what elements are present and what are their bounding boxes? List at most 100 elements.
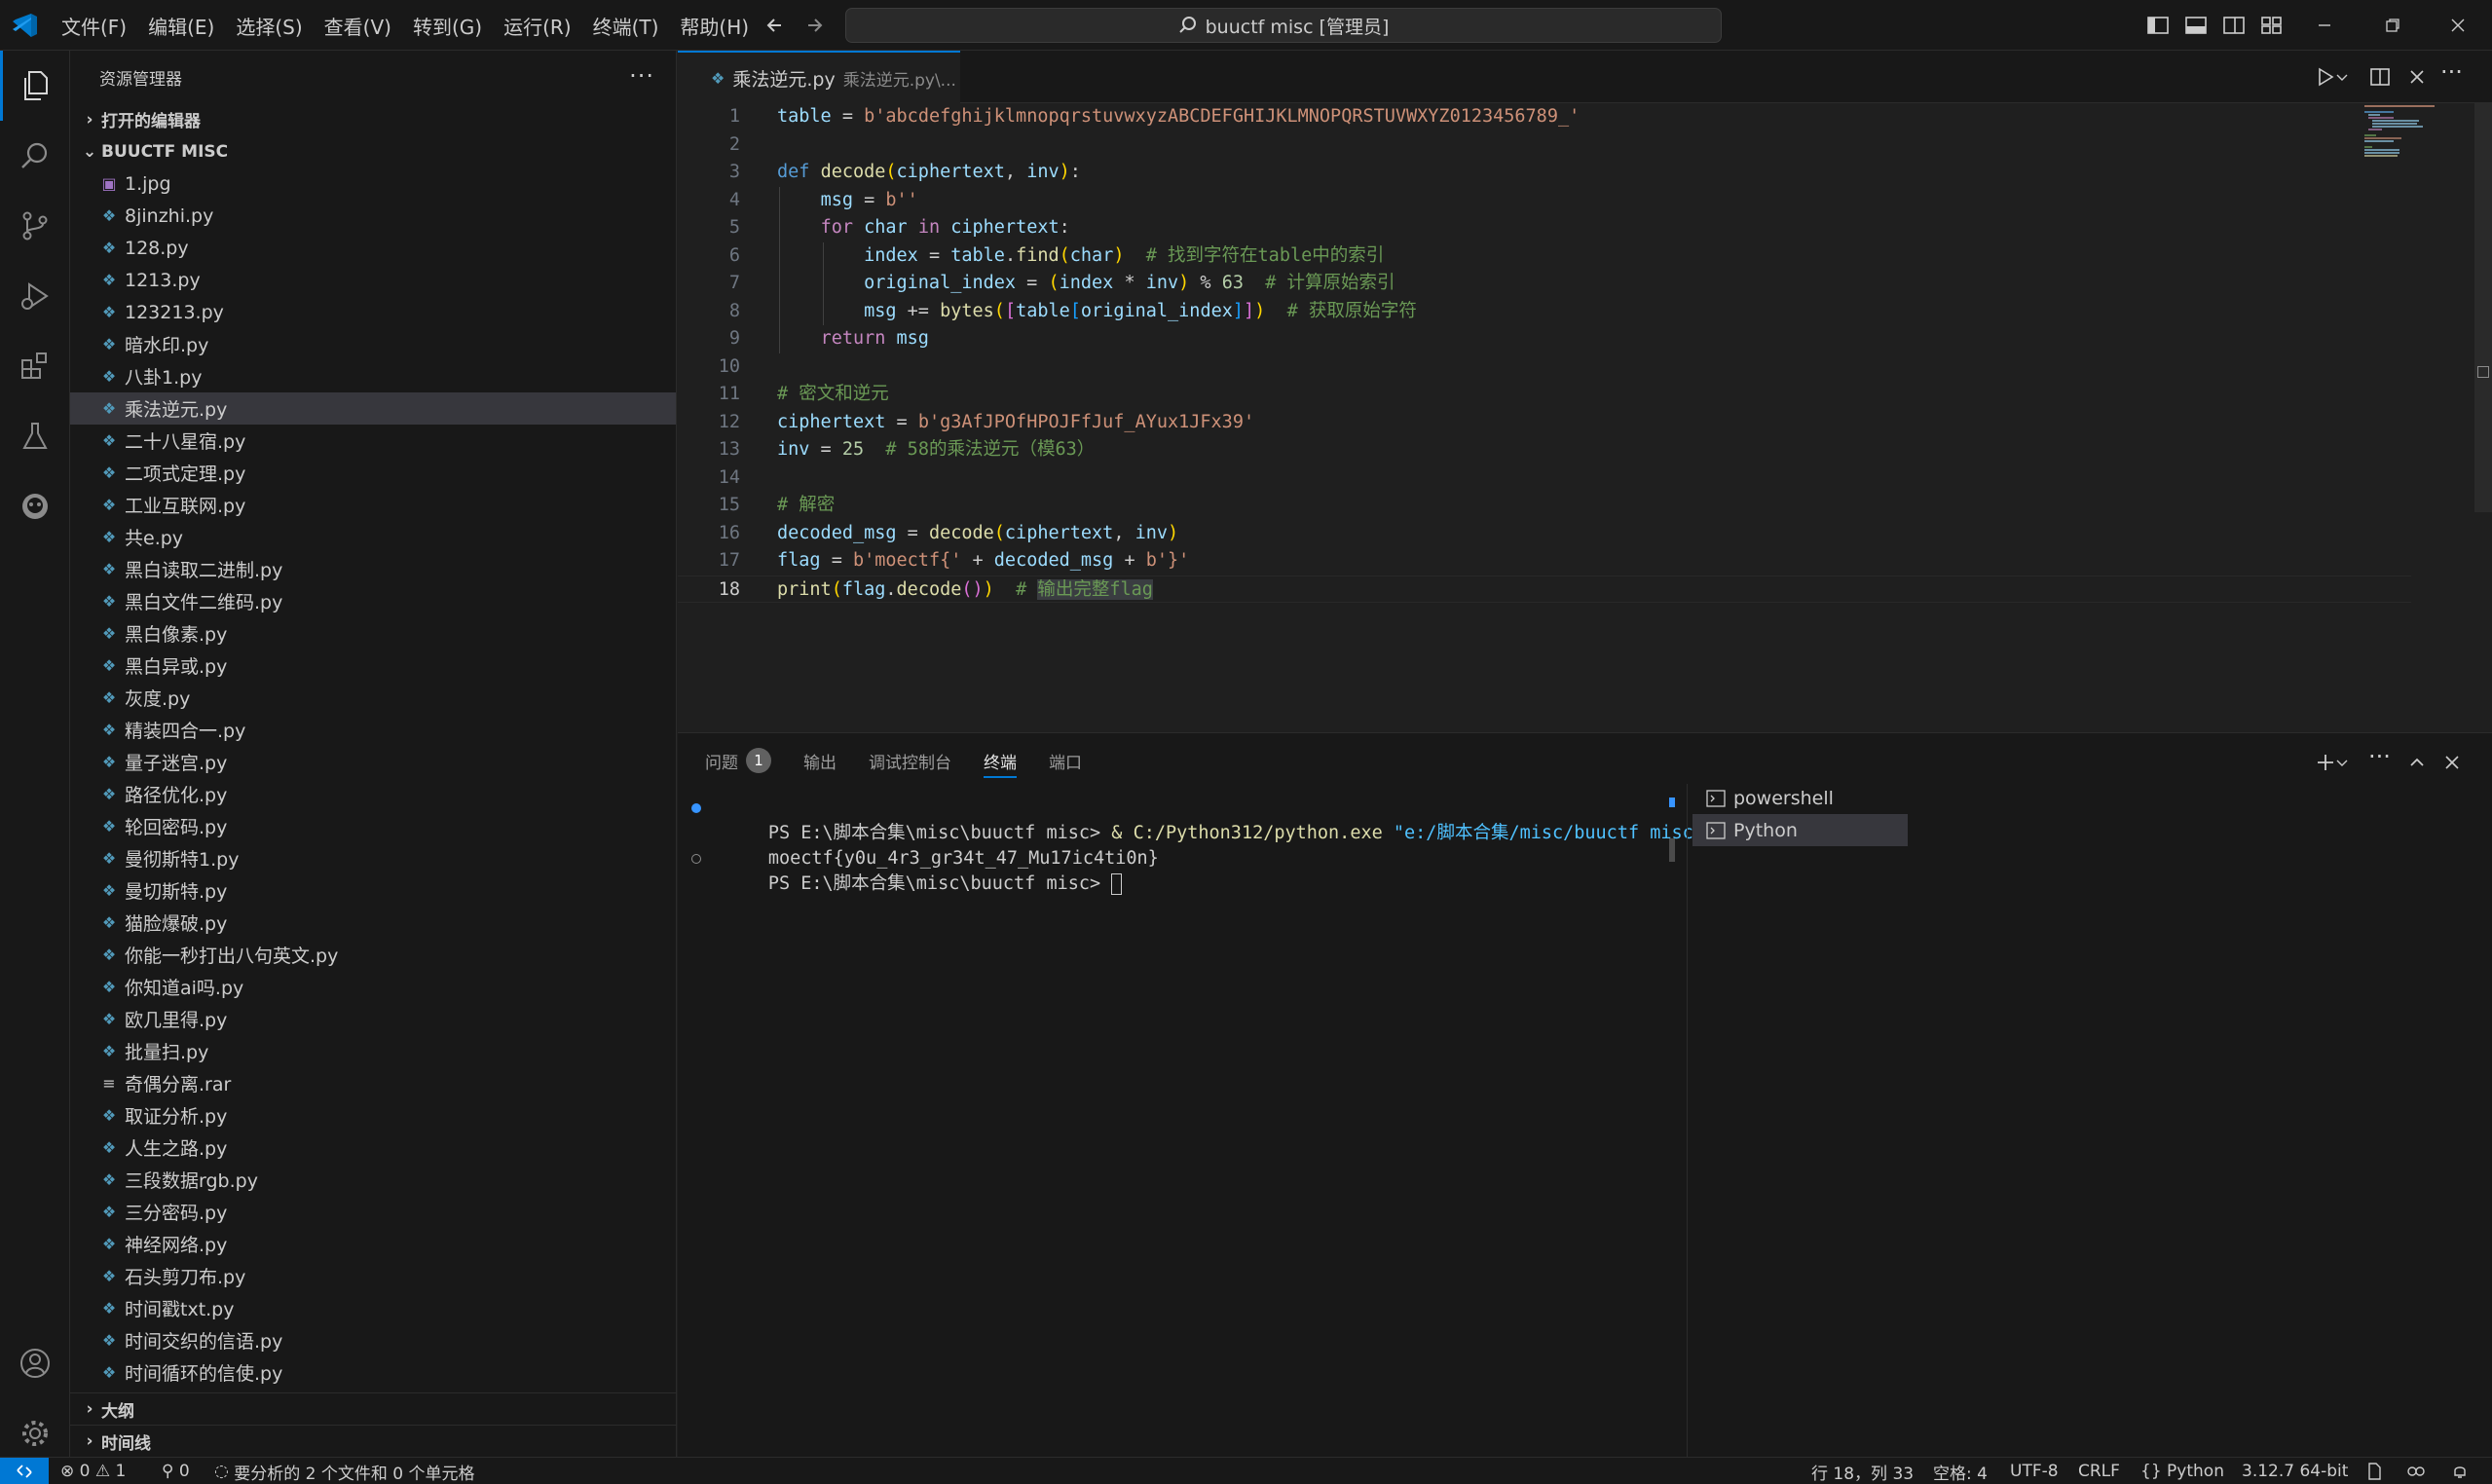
file-item[interactable]: ❖ 时间交织的信语.py xyxy=(70,1324,676,1356)
file-item[interactable]: ≡ 奇偶分离.rar xyxy=(70,1067,676,1099)
split-editor-icon[interactable] xyxy=(2368,65,2392,89)
layout-status[interactable] xyxy=(2364,1458,2384,1484)
terminal-dropdown-icon[interactable] xyxy=(2335,751,2349,774)
file-item[interactable]: ❖ 量子迷宫.py xyxy=(70,746,676,778)
close-window-button[interactable] xyxy=(2424,0,2492,51)
file-item[interactable]: ❖ 黑白异或.py xyxy=(70,649,676,682)
code-editor[interactable]: 1 table = b'abcdefghijklmnopqrstuvwxyzABC… xyxy=(678,103,2411,603)
testing-activity[interactable] xyxy=(0,401,70,471)
toggle-secondary-sidebar-icon[interactable] xyxy=(2222,14,2246,37)
file-item[interactable]: ❖ 你能一秒打出八句英文.py xyxy=(70,939,676,971)
file-item[interactable]: ❖ 二十八星宿.py xyxy=(70,425,676,457)
file-item[interactable]: ❖ 黑白文件二维码.py xyxy=(70,585,676,617)
menu-file[interactable]: 文件(F) xyxy=(51,12,137,40)
analysis-status[interactable]: ◌ 要分析的 2 个文件和 0 个单元格 xyxy=(214,1458,475,1484)
file-item[interactable]: ❖ 精装四合一.py xyxy=(70,714,676,746)
file-item[interactable]: ❖ 黑白读取二进制.py xyxy=(70,553,676,585)
explorer-activity[interactable] xyxy=(0,51,70,121)
file-item[interactable]: ❖ 批量扫.py xyxy=(70,1035,676,1067)
terminal-item-powershell[interactable]: powershell xyxy=(1692,782,1897,814)
close-panel-icon[interactable] xyxy=(2440,751,2464,774)
file-item[interactable]: ❖ 8jinzhi.py xyxy=(70,200,676,232)
maximize-panel-icon[interactable] xyxy=(2405,751,2429,774)
file-item[interactable]: ❖ 八卦1.py xyxy=(70,360,676,392)
python-interpreter[interactable]: 3.12.7 64-bit xyxy=(2242,1458,2348,1484)
file-item[interactable]: ❖ 路径优化.py xyxy=(70,778,676,810)
file-item[interactable]: ▣ 1.jpg xyxy=(70,167,676,200)
menu-go[interactable]: 转到(G) xyxy=(402,12,493,40)
forward-arrow-icon[interactable] xyxy=(799,10,830,41)
customize-layout-icon[interactable] xyxy=(2260,14,2284,37)
minimap[interactable] xyxy=(2362,103,2470,162)
indentation-status[interactable]: 空格: 4 xyxy=(1933,1458,1988,1484)
more-actions-icon[interactable]: ··· xyxy=(2368,743,2392,770)
file-item[interactable]: ❖ 乘法逆元.py xyxy=(70,392,676,425)
file-item[interactable]: ❖ 猫脸爆破.py xyxy=(70,907,676,939)
file-item[interactable]: ❖ 共e.py xyxy=(70,521,676,553)
file-item[interactable]: ❖ 曼切斯特.py xyxy=(70,874,676,907)
more-actions-icon[interactable]: ··· xyxy=(2440,58,2464,86)
extensions-activity[interactable] xyxy=(0,331,70,401)
toggle-primary-sidebar-icon[interactable] xyxy=(2146,14,2170,37)
outline-section[interactable]: › 大纲 xyxy=(70,1392,677,1425)
command-center[interactable]: buuctf misc [管理员] xyxy=(845,8,1722,43)
file-item[interactable]: ❖ 1213.py xyxy=(70,264,676,296)
new-terminal-icon[interactable] xyxy=(2314,751,2337,774)
file-item[interactable]: ❖ 欧几里得.py xyxy=(70,1003,676,1035)
source-control-activity[interactable] xyxy=(0,191,70,261)
tab-problems[interactable]: 问题 1 xyxy=(705,733,771,788)
restore-button[interactable] xyxy=(2359,0,2427,51)
terminal-scrollbar[interactable] xyxy=(1669,838,1675,862)
notifications-status[interactable] xyxy=(2450,1458,2470,1484)
tab-output[interactable]: 输出 xyxy=(803,733,837,788)
file-item[interactable]: ❖ 暗水印.py xyxy=(70,328,676,360)
ports-status[interactable]: ⚲ 0 xyxy=(162,1458,190,1484)
file-item[interactable]: ❖ 曼彻斯特1.py xyxy=(70,842,676,874)
tab-terminal[interactable]: 终端 xyxy=(984,733,1017,788)
editor-tab[interactable]: ❖ 乘法逆元.py 乘法逆元.py\... xyxy=(678,51,960,103)
tab-ports[interactable]: 端口 xyxy=(1049,733,1082,788)
language-mode[interactable]: {} Python xyxy=(2140,1458,2224,1484)
file-item[interactable]: ❖ 人生之路.py xyxy=(70,1132,676,1164)
menu-view[interactable]: 查看(V) xyxy=(314,12,402,40)
problems-status[interactable]: ⊗ 0 ⚠ 1 xyxy=(60,1458,126,1484)
folder-section[interactable]: ⌄ BUUCTF MISC xyxy=(70,135,676,167)
file-item[interactable]: ❖ 灰度.py xyxy=(70,682,676,714)
file-item[interactable]: ❖ 三分密码.py xyxy=(70,1196,676,1228)
run-python-file-icon[interactable] xyxy=(2314,65,2337,89)
menu-selection[interactable]: 选择(S) xyxy=(225,12,313,40)
open-editors-section[interactable]: › 打开的编辑器 xyxy=(70,103,676,135)
search-activity[interactable] xyxy=(0,121,70,191)
menu-run[interactable]: 运行(R) xyxy=(493,12,582,40)
timeline-section[interactable]: › 时间线 xyxy=(70,1425,677,1457)
file-item[interactable]: ❖ 时间循环的信使.py xyxy=(70,1356,676,1389)
file-item[interactable]: ❖ 神经网络.py xyxy=(70,1228,676,1260)
tab-debug-console[interactable]: 调试控制台 xyxy=(869,733,951,788)
file-item[interactable]: ❖ 二项式定理.py xyxy=(70,457,676,489)
file-item[interactable]: ❖ 黑白像素.py xyxy=(70,617,676,649)
file-item[interactable]: ❖ 三段数据rgb.py xyxy=(70,1164,676,1196)
close-tab-icon[interactable] xyxy=(2405,65,2429,89)
menu-terminal[interactable]: 终端(T) xyxy=(582,12,670,40)
file-item[interactable]: ❖ 123213.py xyxy=(70,296,676,328)
remote-explorer-activity[interactable] xyxy=(0,471,70,541)
menu-edit[interactable]: 编辑(E) xyxy=(137,12,225,40)
cursor-position[interactable]: 行 18，列 33 xyxy=(1811,1458,1914,1484)
file-item[interactable]: ❖ 轮回密码.py xyxy=(70,810,676,842)
more-actions-icon[interactable]: ··· xyxy=(629,62,654,90)
file-item[interactable]: ❖ 128.py xyxy=(70,232,676,264)
run-dropdown-icon[interactable] xyxy=(2335,65,2349,89)
copilot-status[interactable] xyxy=(2405,1458,2427,1484)
encoding-status[interactable]: UTF-8 xyxy=(2010,1458,2059,1484)
minimize-button[interactable] xyxy=(2290,0,2359,51)
back-arrow-icon[interactable] xyxy=(760,10,791,41)
menu-help[interactable]: 帮助(H) xyxy=(669,12,760,40)
eol-status[interactable]: CRLF xyxy=(2078,1458,2120,1484)
run-debug-activity[interactable] xyxy=(0,261,70,331)
file-item[interactable]: ❖ 时间戳txt.py xyxy=(70,1292,676,1324)
editor-scrollbar[interactable] xyxy=(2474,103,2492,512)
toggle-panel-icon[interactable] xyxy=(2184,14,2208,37)
file-item[interactable]: ❖ 工业互联网.py xyxy=(70,489,676,521)
remote-indicator[interactable] xyxy=(0,1458,49,1484)
file-item[interactable]: ❖ 你知道ai吗.py xyxy=(70,971,676,1003)
